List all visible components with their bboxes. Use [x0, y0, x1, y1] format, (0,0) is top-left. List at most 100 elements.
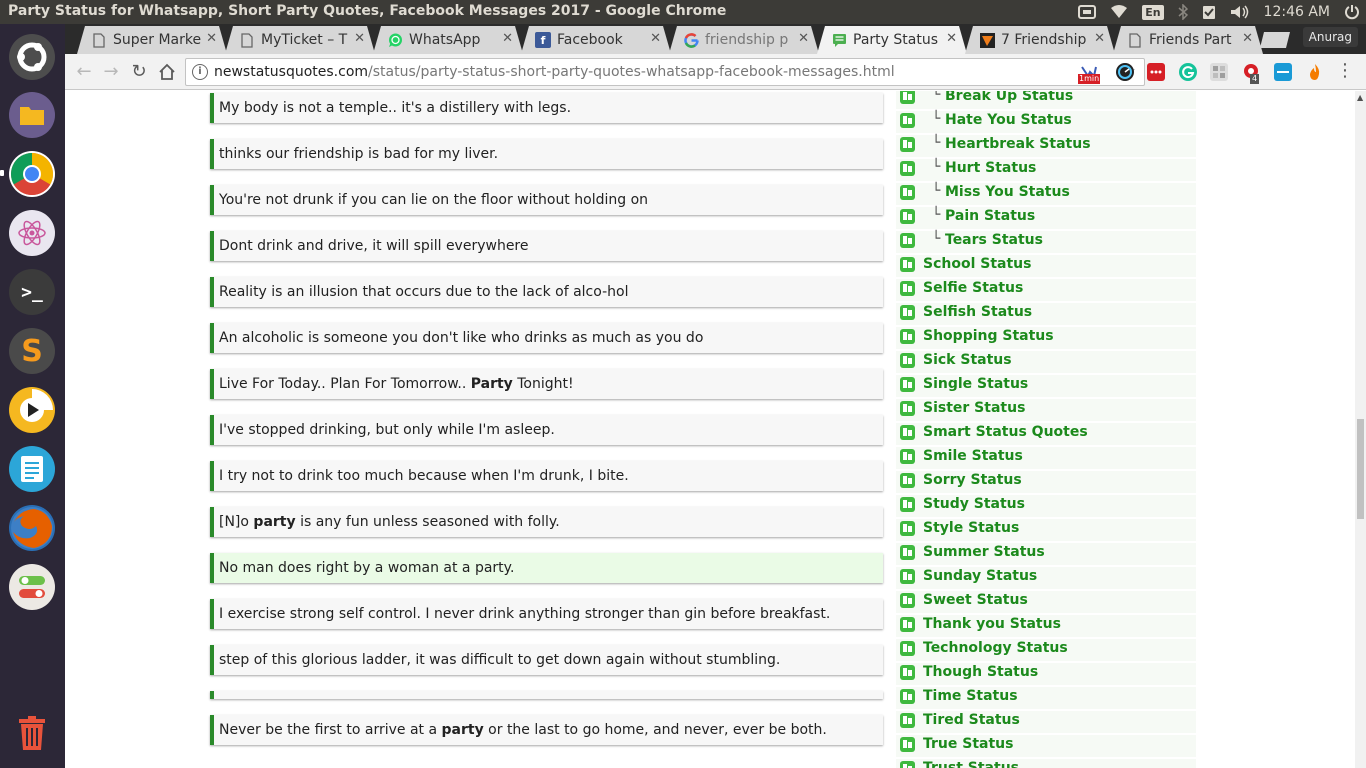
- close-icon[interactable]: ✕: [1094, 31, 1105, 46]
- quote-card[interactable]: I've stopped drinking, but only while I'…: [210, 415, 883, 445]
- sidebar-item[interactable]: Sweet Status: [896, 591, 1196, 613]
- sidebar-subitem[interactable]: └ Break Up Status: [896, 91, 1196, 109]
- close-icon[interactable]: ✕: [946, 31, 957, 46]
- tab-friendship-search[interactable]: friendship p ✕: [669, 26, 819, 54]
- quote-card[interactable]: Never be the first to arrive at a party …: [210, 715, 883, 745]
- sidebar-item[interactable]: Selfie Status: [896, 279, 1196, 301]
- quote-card[interactable]: My body is not a temple.. it's a distill…: [210, 93, 883, 123]
- quote-card[interactable]: Live For Today.. Plan For Tomorrow.. Par…: [210, 369, 883, 399]
- close-icon[interactable]: ✕: [798, 31, 809, 46]
- address-url[interactable]: newstatusquotes.com/status/party-status-…: [214, 64, 895, 80]
- sidebar-item[interactable]: Summer Status: [896, 543, 1196, 565]
- tab-party-status[interactable]: Party Status ✕: [817, 26, 967, 54]
- tab-super-market[interactable]: Super Marke ✕: [77, 26, 227, 54]
- forward-arrow-icon[interactable]: →: [100, 61, 122, 83]
- terminal-icon[interactable]: >_: [9, 269, 55, 315]
- text-editor-icon[interactable]: [9, 446, 55, 492]
- quote-card[interactable]: You're not drunk if you can lie on the f…: [210, 185, 883, 215]
- sidebar-subitem[interactable]: └ Hurt Status: [896, 159, 1196, 181]
- clock[interactable]: 12:46 AM: [1264, 4, 1330, 20]
- quote-card[interactable]: I try not to drink too much because when…: [210, 461, 883, 491]
- sidebar-item[interactable]: Though Status: [896, 663, 1196, 685]
- tab-7-friendship[interactable]: 7 Friendship ✕: [965, 26, 1115, 54]
- sublime-text-icon[interactable]: S: [9, 328, 55, 374]
- sidebar-item[interactable]: Selfish Status: [896, 303, 1196, 325]
- sidebar-subitem[interactable]: └ Miss You Status: [896, 183, 1196, 205]
- ubuntu-dash-icon[interactable]: [9, 34, 55, 80]
- grammarly-icon[interactable]: [1179, 63, 1197, 81]
- sidebar-item[interactable]: Smile Status: [896, 447, 1196, 469]
- tab-myticket[interactable]: MyTicket – T ✕: [225, 26, 375, 54]
- close-icon[interactable]: ✕: [1242, 31, 1253, 46]
- quote-card[interactable]: [210, 691, 883, 699]
- sidebar-item[interactable]: True Status: [896, 735, 1196, 757]
- fire-extension-icon[interactable]: [1306, 63, 1324, 81]
- profile-button[interactable]: Anurag: [1302, 27, 1358, 47]
- quote-card[interactable]: I exercise strong self control. I never …: [210, 599, 883, 629]
- reload-icon[interactable]: ↻: [128, 61, 150, 83]
- sidebar-item[interactable]: Study Status: [896, 495, 1196, 517]
- close-icon[interactable]: ✕: [354, 31, 365, 46]
- sidebar-item[interactable]: Sunday Status: [896, 567, 1196, 589]
- quote-card[interactable]: thinks our friendship is bad for my live…: [210, 139, 883, 169]
- minus-extension-icon[interactable]: [1274, 63, 1292, 81]
- scroll-up-arrow-icon[interactable]: ▲: [1357, 93, 1363, 102]
- info-icon[interactable]: i: [192, 64, 208, 80]
- sidebar-item[interactable]: School Status: [896, 255, 1196, 277]
- sidebar-subitem[interactable]: └ Hate You Status: [896, 111, 1196, 133]
- sidebar-item[interactable]: Thank you Status: [896, 615, 1196, 637]
- sidebar-item[interactable]: Single Status: [896, 375, 1196, 397]
- quote-card[interactable]: No man does right by a woman at a party.: [210, 553, 883, 583]
- checkbox-icon[interactable]: [1202, 4, 1216, 20]
- wifi-icon[interactable]: [1110, 5, 1128, 19]
- sidebar-item[interactable]: Shopping Status: [896, 327, 1196, 349]
- dots-extension-icon[interactable]: [1147, 63, 1165, 81]
- tab-friends-party[interactable]: Friends Part ✕: [1113, 26, 1263, 54]
- sidebar-item[interactable]: Tired Status: [896, 711, 1196, 733]
- menu-icon[interactable]: ⋮: [1336, 62, 1354, 80]
- bluetooth-icon[interactable]: [1178, 4, 1188, 20]
- firefox-icon[interactable]: [9, 505, 55, 551]
- quote-card[interactable]: step of this glorious ladder, it was dif…: [210, 645, 883, 675]
- home-icon[interactable]: [156, 61, 178, 83]
- sidebar-item[interactable]: Sorry Status: [896, 471, 1196, 493]
- sidebar-subitem[interactable]: └ Tears Status: [896, 231, 1196, 253]
- keyboard-layout-indicator[interactable]: En: [1142, 4, 1164, 20]
- puzzle-extension-icon[interactable]: [1210, 63, 1228, 81]
- reading-time-extension-icon[interactable]: 1min: [1078, 63, 1101, 84]
- scrollbar[interactable]: ▲: [1355, 91, 1366, 768]
- sidebar-item[interactable]: Time Status: [896, 687, 1196, 709]
- quote-card[interactable]: An alcoholic is someone you don't like w…: [210, 323, 883, 353]
- sidebar-subitem[interactable]: └ Heartbreak Status: [896, 135, 1196, 157]
- notification-extension-icon[interactable]: 4: [1242, 63, 1260, 84]
- sidebar-subitem[interactable]: └ Pain Status: [896, 207, 1196, 229]
- close-icon[interactable]: ✕: [502, 31, 513, 46]
- address-bar[interactable]: i newstatusquotes.com/status/party-statu…: [185, 58, 1145, 86]
- sidebar-item[interactable]: Sister Status: [896, 399, 1196, 421]
- scroll-thumb[interactable]: [1357, 419, 1364, 519]
- files-icon[interactable]: [9, 92, 55, 138]
- quote-card[interactable]: Reality is an illusion that occurs due t…: [210, 277, 883, 307]
- quote-card[interactable]: Dont drink and drive, it will spill ever…: [210, 231, 883, 261]
- sidebar-item[interactable]: Sick Status: [896, 351, 1196, 373]
- screen-icon[interactable]: [1078, 5, 1097, 19]
- sidebar-item[interactable]: Trust Status: [896, 759, 1196, 768]
- volume-icon[interactable]: [1230, 5, 1250, 19]
- speedometer-extension-icon[interactable]: [1116, 63, 1134, 81]
- sidebar-item[interactable]: Style Status: [896, 519, 1196, 541]
- sidebar-item[interactable]: Technology Status: [896, 639, 1196, 661]
- back-arrow-icon[interactable]: ←: [73, 61, 95, 83]
- new-tab-button[interactable]: [1260, 32, 1290, 48]
- tab-facebook[interactable]: f Facebook ✕: [521, 26, 671, 54]
- quote-card[interactable]: [N]o party is any fun unless seasoned wi…: [210, 507, 883, 537]
- close-icon[interactable]: ✕: [206, 31, 217, 46]
- power-icon[interactable]: [1344, 4, 1360, 20]
- close-icon[interactable]: ✕: [650, 31, 661, 46]
- media-player-icon[interactable]: [9, 387, 55, 433]
- trash-icon[interactable]: [9, 710, 55, 756]
- sidebar-item[interactable]: Smart Status Quotes: [896, 423, 1196, 445]
- toggle-app-icon[interactable]: [9, 564, 55, 610]
- atom-icon[interactable]: [9, 210, 55, 256]
- chrome-icon[interactable]: [9, 151, 55, 197]
- tab-whatsapp[interactable]: WhatsApp ✕: [373, 26, 523, 54]
